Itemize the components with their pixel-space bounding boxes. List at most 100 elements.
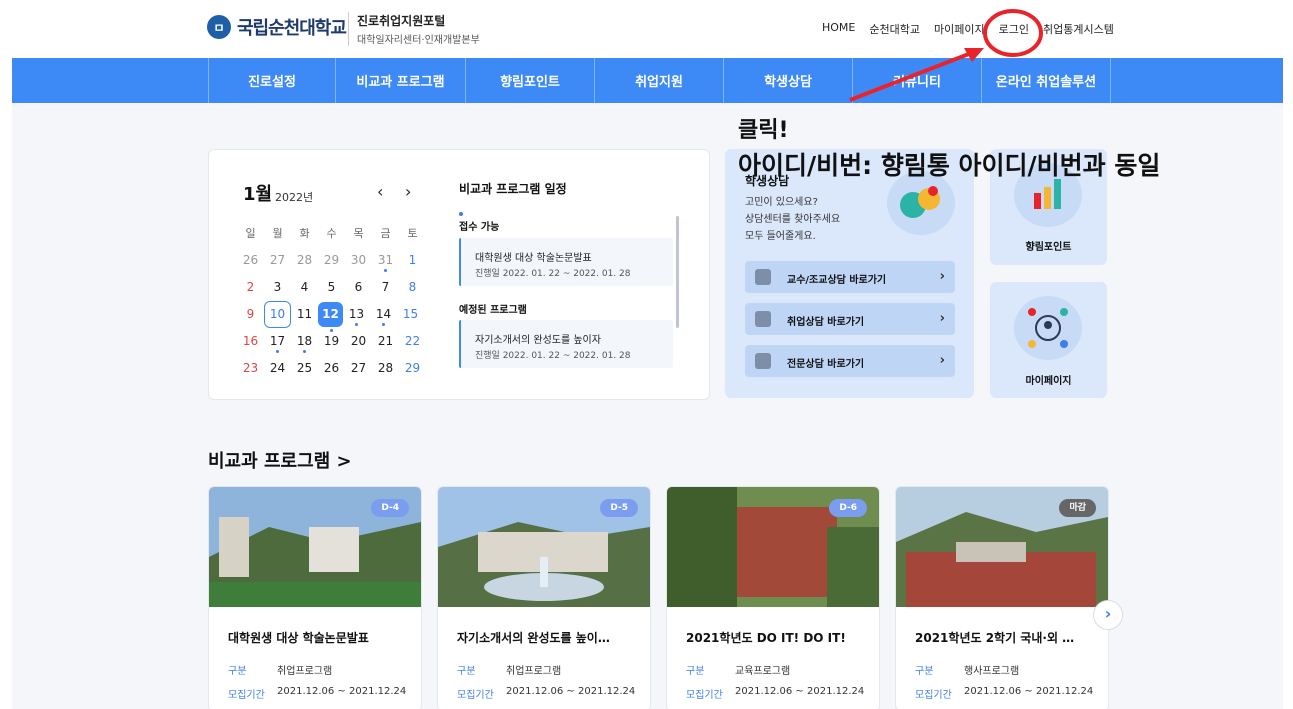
program-card[interactable]: D-5 자기소개서의 완성도를 높이… 구분 취업프로그램 모집기간 2021.… [437, 486, 651, 709]
schedule-scrollbar[interactable] [676, 216, 679, 328]
topnav-statistics-link[interactable]: 취업통계시스템 [1043, 21, 1114, 37]
nav-career-setting[interactable]: 진로설정 [208, 58, 335, 103]
calendar-week: 23 24 25 26 27 28 29 [237, 355, 426, 382]
mypage-card[interactable]: 마이페이지 [990, 282, 1107, 398]
button-label: 교수/조교상담 바로가기 [787, 275, 887, 286]
expert-counseling-button[interactable]: 전문상담 바로가기 › [745, 345, 955, 377]
page-frame: ㅁ 국립순천대학교 진로취업지원포털 대학일자리센터·인재개발본부 HOME 순… [12, 0, 1283, 709]
event-dot [355, 323, 358, 326]
schedule-item-date: 진행일 2022. 01. 22 ~ 2022. 01. 28 [475, 269, 631, 279]
period-value: 2021.12.06 ~ 2021.12.24 [277, 686, 407, 697]
topnav-university-link[interactable]: 순천대학교 [869, 21, 920, 37]
schedule-item[interactable]: 자기소개서의 완성도를 높이자 진행일 2022. 01. 22 ~ 2022.… [459, 320, 673, 368]
calendar-day[interactable]: 30 [345, 247, 372, 274]
topnav-login-link[interactable]: 로그인 [999, 21, 1029, 37]
calendar-day[interactable]: 7 [372, 274, 399, 301]
calendar-day[interactable]: 15 [397, 301, 424, 328]
event-dot [382, 323, 385, 326]
nav-employment-support[interactable]: 취업지원 [594, 58, 723, 103]
calendar-day[interactable]: 16 [237, 328, 264, 355]
annotation-credentials-text: 아이디/비번: 향림통 아이디/비번과 동일 [738, 151, 1161, 180]
nav-online-employment[interactable]: 온라인 취업솔루션 [981, 58, 1111, 103]
calendar-week: 9 10 11 12 13 14 15 [237, 301, 426, 332]
programs-section-title[interactable]: 비교과 프로그램 > [208, 447, 352, 473]
period-value: 2021.12.06 ~ 2021.12.24 [964, 686, 1094, 697]
event-dot [276, 350, 279, 353]
calendar-day[interactable]: 26 [237, 247, 264, 274]
calendar-day[interactable]: 4 [291, 274, 318, 301]
program-card[interactable]: D-6 2021학년도 DO IT! DO IT! 구분 교육프로그램 모집기간… [666, 486, 880, 709]
weekday-sat: 토 [407, 227, 418, 240]
carousel-next-icon[interactable]: › [1093, 600, 1123, 630]
calendar-day[interactable]: 5 [318, 274, 345, 301]
category-value: 취업프로그램 [506, 666, 562, 677]
calendar-day[interactable]: 26 [318, 355, 345, 382]
calendar-day-today[interactable]: 10 [264, 301, 291, 328]
event-dot [384, 269, 387, 272]
calendar-day[interactable]: 29 [318, 247, 345, 274]
day-number: 17 [269, 334, 286, 348]
program-card[interactable]: D-4 대학원생 대상 학술논문발표 구분 취업프로그램 모집기간 2021.1… [208, 486, 422, 709]
calendar-day[interactable]: 17 [264, 328, 291, 355]
program-title: 자기소개서의 완성도를 높이… [457, 631, 610, 645]
schedule-planned-heading: 예정된 프로그램 [459, 305, 527, 316]
schedule-title: 비교과 프로그램 일정 [459, 182, 567, 196]
calendar-day[interactable]: 20 [345, 328, 372, 355]
day-number: 14 [375, 307, 392, 321]
main-nav-bar: 진로설정 비교과 프로그램 향림포인트 취업지원 학생상담 커뮤니티 온라인 취… [12, 58, 1283, 103]
calendar-day[interactable]: 13 [343, 301, 370, 328]
button-label: 취업상담 바로가기 [787, 317, 865, 328]
schedule-item[interactable]: 대학원생 대상 학술논문발표 진행일 2022. 01. 22 ~ 2022. … [459, 238, 673, 286]
calendar-day[interactable]: 22 [399, 328, 426, 355]
calendar-day[interactable]: 24 [264, 355, 291, 382]
calendar-day[interactable]: 18 [291, 328, 318, 355]
calendar-day[interactable]: 9 [237, 301, 264, 328]
calendar-day[interactable]: 28 [291, 247, 318, 274]
calendar-day[interactable]: 19 [318, 328, 345, 355]
category-label: 구분 [457, 666, 476, 677]
user-network-icon [1014, 296, 1082, 360]
calendar-week: 16 17 18 19 20 21 22 [237, 328, 426, 355]
nav-community[interactable]: 커뮤니티 [852, 58, 981, 103]
calendar-day[interactable]: 31 [372, 247, 399, 274]
mypage-illustration [1028, 308, 1068, 348]
nav-student-counseling[interactable]: 학생상담 [723, 58, 852, 103]
topnav-mypage-link[interactable]: 마이페이지 [934, 21, 985, 37]
calendar-day[interactable]: 6 [345, 274, 372, 301]
calendar-day[interactable]: 29 [399, 355, 426, 382]
calendar-day[interactable]: 8 [399, 274, 426, 301]
chevron-right-icon: › [939, 353, 945, 368]
calendar-day[interactable]: 27 [345, 355, 372, 382]
professor-icon [755, 269, 771, 285]
period-label: 모집기간 [228, 690, 265, 701]
calendar-next-icon[interactable]: › [405, 182, 411, 201]
calendar-day[interactable]: 28 [372, 355, 399, 382]
calendar-day[interactable]: 27 [264, 247, 291, 274]
topnav-home-link[interactable]: HOME [822, 21, 855, 37]
professor-counseling-button[interactable]: 교수/조교상담 바로가기 › [745, 261, 955, 293]
top-utility-nav: HOME 순천대학교 마이페이지 로그인 취업통계시스템 [822, 21, 1128, 37]
calendar-day[interactable]: 23 [237, 355, 264, 382]
calendar-day[interactable]: 21 [372, 328, 399, 355]
university-logo[interactable]: ㅁ 국립순천대학교 진로취업지원포털 대학일자리센터·인재개발본부 [207, 12, 480, 46]
category-value: 취업프로그램 [277, 666, 333, 677]
card-label: 마이페이지 [1025, 376, 1072, 387]
weekday-sun: 일 [245, 227, 256, 240]
category-value: 교육프로그램 [735, 666, 791, 677]
expert-icon [755, 353, 771, 369]
calendar-weekday-row: 일 월 화 수 목 금 토 [237, 220, 426, 247]
calendar-day[interactable]: 25 [291, 355, 318, 382]
chevron-right-icon: › [939, 311, 945, 326]
employment-counseling-button[interactable]: 취업상담 바로가기 › [745, 303, 955, 335]
calendar-day[interactable]: 11 [291, 301, 318, 328]
university-name: 국립순천대학교 [237, 18, 347, 39]
nav-hyanglim-points[interactable]: 향림포인트 [465, 58, 594, 103]
calendar-day-selected[interactable]: 12 [318, 302, 343, 332]
calendar-day[interactable]: 1 [399, 247, 426, 274]
calendar-day[interactable]: 3 [264, 274, 291, 301]
program-card[interactable]: 마감 2021학년도 2학기 국내·외 … 구분 행사프로그램 모집기간 202… [895, 486, 1109, 709]
calendar-day[interactable]: 14 [370, 301, 397, 328]
nav-extracurricular[interactable]: 비교과 프로그램 [335, 58, 465, 103]
calendar-prev-icon[interactable]: ‹ [377, 182, 383, 201]
calendar-day[interactable]: 2 [237, 274, 264, 301]
